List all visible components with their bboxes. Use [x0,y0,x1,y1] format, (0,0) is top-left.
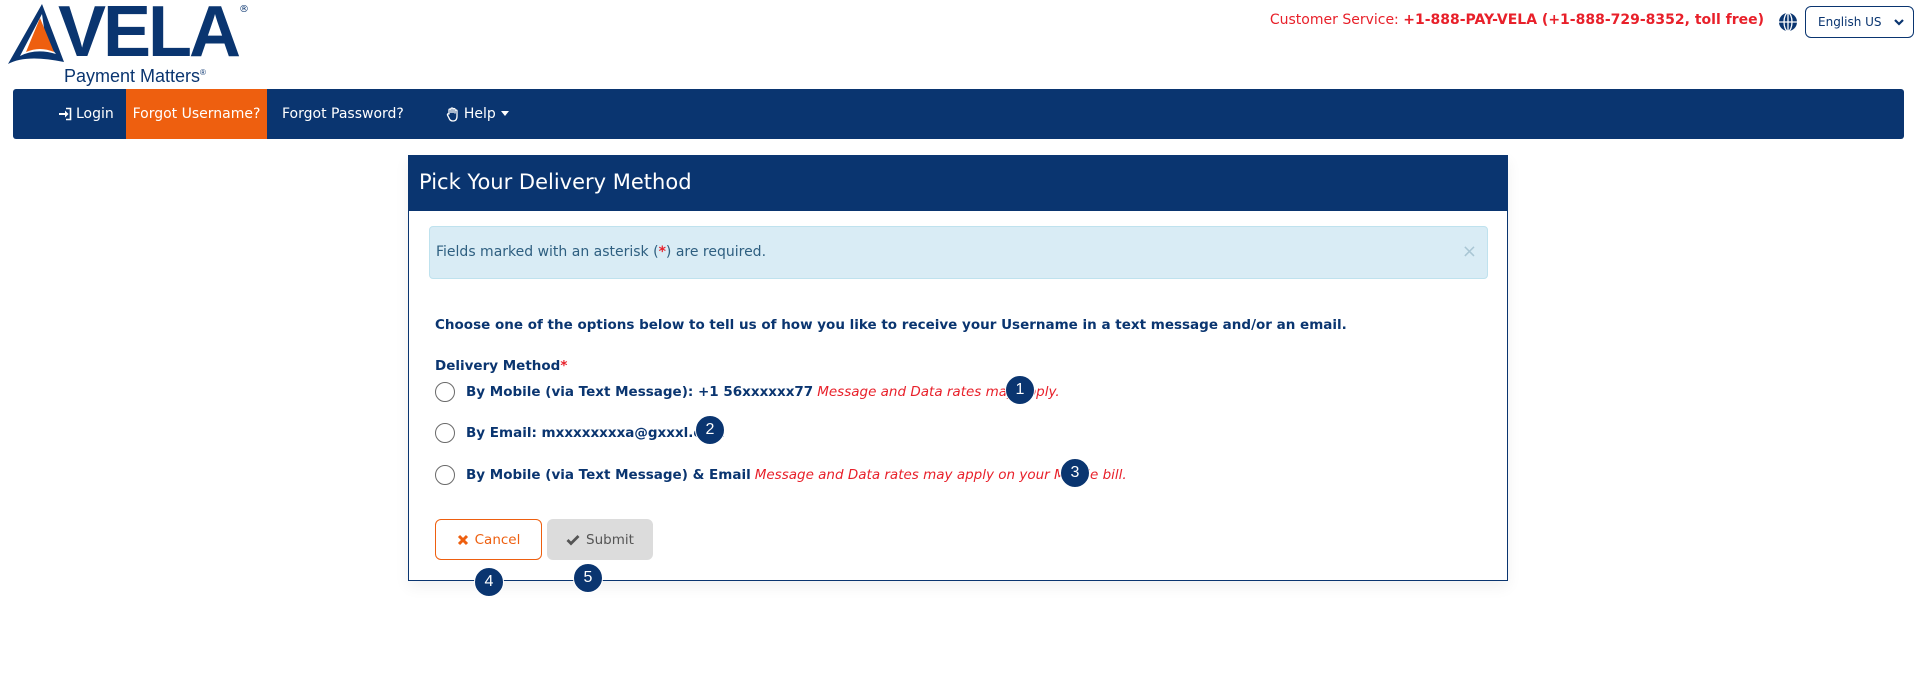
submit-button[interactable]: Submit [547,519,653,560]
option-mobile-label: By Mobile (via Text Message): +1 56xxxxx… [466,384,814,400]
required-asterisk: * [560,358,568,374]
check-icon [566,534,580,546]
logo-wordmark: VELA [58,0,241,72]
radio-mobile-and-email[interactable] [435,465,455,485]
chevron-down-icon [1894,19,1904,26]
radio-email[interactable] [435,423,455,443]
annotation-badge-4: 4 [474,567,504,597]
option-email-label: By Email: mxxxxxxxxa@gxxxl.com [466,425,725,441]
alert-text-before: Fields marked with an asterisk ( [436,244,659,260]
nav-help-label: Help [463,106,496,122]
tagline-registered-mark: ® [200,68,206,77]
alert-close-button[interactable]: × [1462,243,1477,261]
cancel-button-label: Cancel [474,531,521,548]
alert-text-after: ) are required. [665,244,767,260]
customer-service: Customer Service: +1-888-PAY-VELA (+1-88… [1270,12,1764,28]
annotation-badge-5: 5 [573,563,603,593]
logo-tagline: Payment Matters® [64,66,206,87]
delivery-method-label: Delivery Method* [435,358,567,374]
radio-mobile[interactable] [435,382,455,402]
nav-login-label: Login [76,106,114,122]
vela-logo[interactable]: VELA ® Payment Matters® [6,0,256,88]
alert-asterisk: * [658,244,666,260]
card-title: Pick Your Delivery Method [409,156,1507,211]
hand-icon [446,106,460,122]
cancel-button[interactable]: Cancel [435,519,542,560]
delivery-method-label-text: Delivery Method [435,358,561,374]
customer-service-label: Customer Service: [1269,12,1399,28]
registered-mark: ® [239,4,249,15]
language-select[interactable]: English US [1805,6,1914,38]
globe-icon [1779,12,1797,32]
nav-help-dropdown[interactable]: Help [432,89,523,139]
annotation-badge-3: 3 [1060,458,1090,488]
option-mobile[interactable]: By Mobile (via Text Message): +1 56xxxxx… [435,380,1060,404]
nav-login[interactable]: Login [13,89,126,139]
nav-forgot-username[interactable]: Forgot Username? [126,89,267,139]
language-selected-value: English US [1818,15,1882,29]
customer-service-number[interactable]: +1-888-PAY-VELA (+1-888-729-8352, toll f… [1403,12,1764,28]
option-mobile-and-email[interactable]: By Mobile (via Text Message) & Email Mes… [435,463,1127,487]
option-mobile-and-email-label: By Mobile (via Text Message) & Email [466,467,751,483]
caret-down-icon [500,110,509,116]
required-fields-alert: Fields marked with an asterisk (*) are r… [429,226,1488,279]
annotation-badge-2: 2 [695,415,725,445]
submit-button-label: Submit [586,531,634,548]
nav-forgot-username-label: Forgot Username? [132,106,261,122]
nav-forgot-password-label: Forgot Password? [282,106,404,122]
sign-in-icon [58,107,72,121]
option-email[interactable]: By Email: mxxxxxxxxa@gxxxl.com [435,421,725,445]
x-icon [457,534,469,546]
tagline-text: Payment Matters [64,66,201,86]
delivery-method-card: Pick Your Delivery Method Fields marked … [408,155,1508,581]
instructions-text: Choose one of the options below to tell … [435,317,1347,333]
nav-forgot-password[interactable]: Forgot Password? [267,89,432,139]
annotation-badge-1: 1 [1005,375,1035,405]
main-nav: Login Forgot Username? Forgot Password? … [13,89,1904,139]
